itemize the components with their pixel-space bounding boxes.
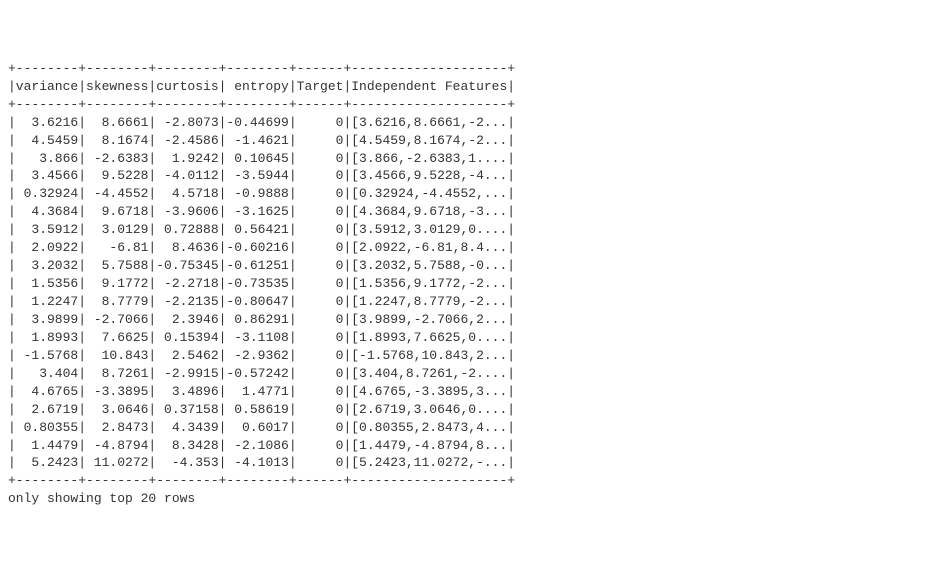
table-row: | 1.5356| 9.1772| -2.2718|-0.73535| 0|[1… [8,275,515,293]
footer-note: only showing top 20 rows [8,490,935,508]
table-row: | 3.6216| 8.6661| -2.8073|-0.44699| 0|[3… [8,114,515,132]
table-row: | 2.6719| 3.0646| 0.37158| 0.58619| 0|[2… [8,401,515,419]
table-row: | 4.6765| -3.3895| 3.4896| 1.4771| 0|[4.… [8,383,515,401]
table-row: | 4.5459| 8.1674| -2.4586| -1.4621| 0|[4… [8,132,515,150]
table-border: +--------+--------+--------+--------+---… [8,96,515,114]
table-row: | 3.2032| 5.7588|-0.75345|-0.61251| 0|[3… [8,257,515,275]
table-row: | 1.4479| -4.8794| 8.3428| -2.1086| 0|[1… [8,437,515,455]
table-row: | 0.32924| -4.4552| 4.5718| -0.9888| 0|[… [8,185,515,203]
table-header-row: |variance|skewness|curtosis| entropy|Tar… [8,78,515,96]
table-border: +--------+--------+--------+--------+---… [8,60,515,78]
table-row: | 1.8993| 7.6625| 0.15394| -3.1108| 0|[1… [8,329,515,347]
table-row: | 0.80355| 2.8473| 4.3439| 0.6017| 0|[0.… [8,419,515,437]
table-border: +--------+--------+--------+--------+---… [8,472,515,490]
table-row: | 3.866| -2.6383| 1.9242| 0.10645| 0|[3.… [8,150,515,168]
table-row: | 4.3684| 9.6718| -3.9606| -3.1625| 0|[4… [8,203,515,221]
table-row: | -1.5768| 10.843| 2.5462| -2.9362| 0|[-… [8,347,515,365]
ascii-table: +--------+--------+--------+--------+---… [8,60,515,491]
table-row: | 1.2247| 8.7779| -2.2135|-0.80647| 0|[1… [8,293,515,311]
table-row: | 5.2423| 11.0272| -4.353| -4.1013| 0|[5… [8,454,515,472]
table-row: | 3.5912| 3.0129| 0.72888| 0.56421| 0|[3… [8,221,515,239]
table-row: | 2.0922| -6.81| 8.4636|-0.60216| 0|[2.0… [8,239,515,257]
table-row: | 3.404| 8.7261| -2.9915|-0.57242| 0|[3.… [8,365,515,383]
table-row: | 3.9899| -2.7066| 2.3946| 0.86291| 0|[3… [8,311,515,329]
table-row: | 3.4566| 9.5228| -4.0112| -3.5944| 0|[3… [8,167,515,185]
